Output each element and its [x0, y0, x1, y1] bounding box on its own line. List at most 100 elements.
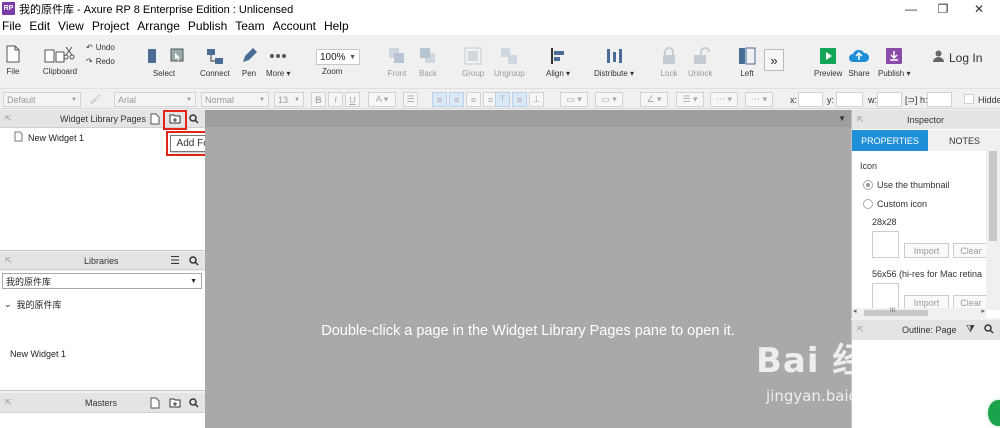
page-item[interactable]: New Widget 1	[14, 131, 84, 145]
weight-select[interactable]: Normal ▼	[201, 92, 269, 107]
menu-team[interactable]: Team	[231, 19, 268, 33]
unlock-button[interactable]: Unlock	[688, 45, 712, 78]
menu-view[interactable]: View	[54, 19, 88, 33]
arrow-style-icon[interactable]: ⋯ ▾	[745, 92, 773, 107]
filter-icon[interactable]: ⧩	[966, 324, 975, 335]
align-button[interactable]: Align ▾	[546, 45, 570, 78]
add-page-icon[interactable]	[148, 112, 162, 126]
search-icon[interactable]	[187, 396, 201, 410]
y-input[interactable]	[836, 92, 863, 107]
h-input[interactable]	[927, 92, 952, 107]
line-style-icon[interactable]: ⋯ ▾	[710, 92, 738, 107]
scroll-right-icon[interactable]: ▸	[981, 307, 985, 315]
undo-button[interactable]: ↶ Undo	[86, 43, 115, 52]
align-center-icon[interactable]: ≡	[449, 92, 464, 107]
clear-button[interactable]: Clear	[953, 243, 989, 258]
align-left-icon[interactable]: ≡	[432, 92, 447, 107]
line-color-icon[interactable]: ∠ ▾	[640, 92, 668, 107]
tab-notes[interactable]: NOTES	[928, 130, 1000, 151]
scroll-thumb[interactable]	[864, 310, 928, 316]
pane-divider[interactable]	[0, 390, 205, 391]
preview-button[interactable]: Preview	[814, 45, 842, 78]
menu-help[interactable]: Help	[320, 19, 353, 33]
maximize-button[interactable]: ❐	[926, 0, 960, 17]
file-button[interactable]: File	[2, 43, 24, 76]
inspector-vertical-scrollbar[interactable]	[986, 151, 1000, 310]
menu-bar: File Edit View Project Arrange Publish T…	[0, 17, 1000, 35]
shadow-icon[interactable]: ▭ ▾	[595, 92, 623, 107]
format-painter-icon[interactable]: 🖌	[88, 92, 103, 107]
import-button[interactable]: Import	[904, 243, 949, 258]
pen-button[interactable]: Pen	[238, 45, 260, 78]
fill-color-icon[interactable]: ▭ ▾	[560, 92, 588, 107]
font-size-select[interactable]: 13 ▼	[274, 92, 304, 107]
distribute-button[interactable]: Distribute ▾	[594, 45, 634, 78]
search-icon[interactable]	[187, 112, 201, 126]
design-canvas[interactable]: ▼ Double-click a page in the Widget Libr…	[205, 110, 851, 428]
scroll-thumb[interactable]	[989, 151, 997, 241]
add-master-icon[interactable]	[148, 396, 162, 410]
x-input[interactable]	[798, 92, 823, 107]
ungroup-button[interactable]: Ungroup	[494, 45, 525, 78]
minimize-button[interactable]: —	[894, 0, 928, 17]
expand-toolbar-button[interactable]: »	[764, 49, 784, 71]
zoom-select[interactable]: 100% ▼	[316, 49, 360, 65]
menu-publish[interactable]: Publish	[184, 19, 231, 33]
use-thumbnail-radio[interactable]	[863, 180, 873, 190]
menu-account[interactable]: Account	[269, 19, 320, 33]
back-button[interactable]: Back	[417, 45, 439, 78]
clipboard-button[interactable]: Clipboard	[42, 43, 78, 76]
pin-icon[interactable]: ⇱	[5, 398, 12, 407]
bullet-list-icon[interactable]: ☰	[403, 92, 418, 107]
chevron-down-icon[interactable]: ▼	[838, 114, 846, 123]
hidden-checkbox[interactable]	[964, 94, 974, 104]
font-select[interactable]: Arial ▼	[114, 92, 196, 107]
bold-icon[interactable]: B	[311, 92, 326, 107]
inspector-horizontal-scrollbar[interactable]: ◂ III ▸	[852, 308, 986, 318]
add-folder-icon[interactable]	[168, 396, 182, 410]
lock-aspect-icon[interactable]: [⊃]	[905, 95, 918, 106]
menu-project[interactable]: Project	[88, 19, 133, 33]
align-right-icon[interactable]: ≡	[466, 92, 481, 107]
more-button[interactable]: More ▾	[266, 45, 290, 78]
pin-icon[interactable]: ⇱	[5, 256, 12, 265]
share-button[interactable]: Share	[848, 45, 870, 78]
connect-button[interactable]: Connect	[200, 45, 230, 78]
library-widget-item[interactable]: New Widget 1	[10, 349, 66, 359]
italic-icon[interactable]: I	[328, 92, 343, 107]
line-width-icon[interactable]: ☰ ▾	[676, 92, 704, 107]
menu-edit[interactable]: Edit	[25, 19, 54, 33]
menu-file[interactable]: File	[0, 19, 25, 33]
align-bottom-icon[interactable]: ⊥	[529, 92, 544, 107]
left-button[interactable]: Left	[736, 45, 758, 78]
align-top-icon[interactable]: ⊤	[495, 92, 510, 107]
tab-properties[interactable]: PROPERTIES	[852, 130, 928, 151]
search-icon[interactable]	[187, 254, 201, 268]
pin-icon[interactable]: ⇱	[857, 115, 864, 124]
menu-arrange[interactable]: Arrange	[133, 19, 184, 33]
lock-button[interactable]: Lock	[658, 45, 680, 78]
hamburger-menu-icon[interactable]: ☰	[168, 254, 182, 268]
scroll-left-icon[interactable]: ◂	[853, 307, 857, 315]
front-button[interactable]: Front	[386, 45, 408, 78]
align-middle-icon[interactable]: ≡	[512, 92, 527, 107]
w-input[interactable]	[877, 92, 902, 107]
login-button[interactable]: Log In	[933, 50, 982, 65]
library-select[interactable]: 我的原件库 ▼	[2, 273, 202, 289]
close-button[interactable]: ✕	[962, 0, 996, 17]
pane-divider[interactable]	[0, 250, 205, 251]
group-button[interactable]: Group	[462, 45, 484, 78]
custom-icon-radio[interactable]	[863, 199, 873, 209]
search-icon[interactable]	[984, 324, 994, 336]
pin-icon[interactable]: ⇱	[5, 114, 12, 123]
publish-button[interactable]: Publish ▾	[878, 45, 910, 78]
select-button[interactable]: Select	[144, 45, 184, 78]
inspector-title: Inspector	[907, 114, 945, 125]
font-color-icon[interactable]: A ▾	[368, 92, 396, 107]
underline-icon[interactable]: U	[345, 92, 360, 107]
axure-app-icon: RP	[2, 2, 15, 15]
library-tree-root[interactable]: ⌄ 我的原件库	[4, 298, 62, 311]
style-select[interactable]: Default ▼	[3, 92, 81, 107]
redo-button[interactable]: ↷ Redo	[86, 57, 115, 66]
custom-icon-label: Custom icon	[877, 199, 928, 209]
